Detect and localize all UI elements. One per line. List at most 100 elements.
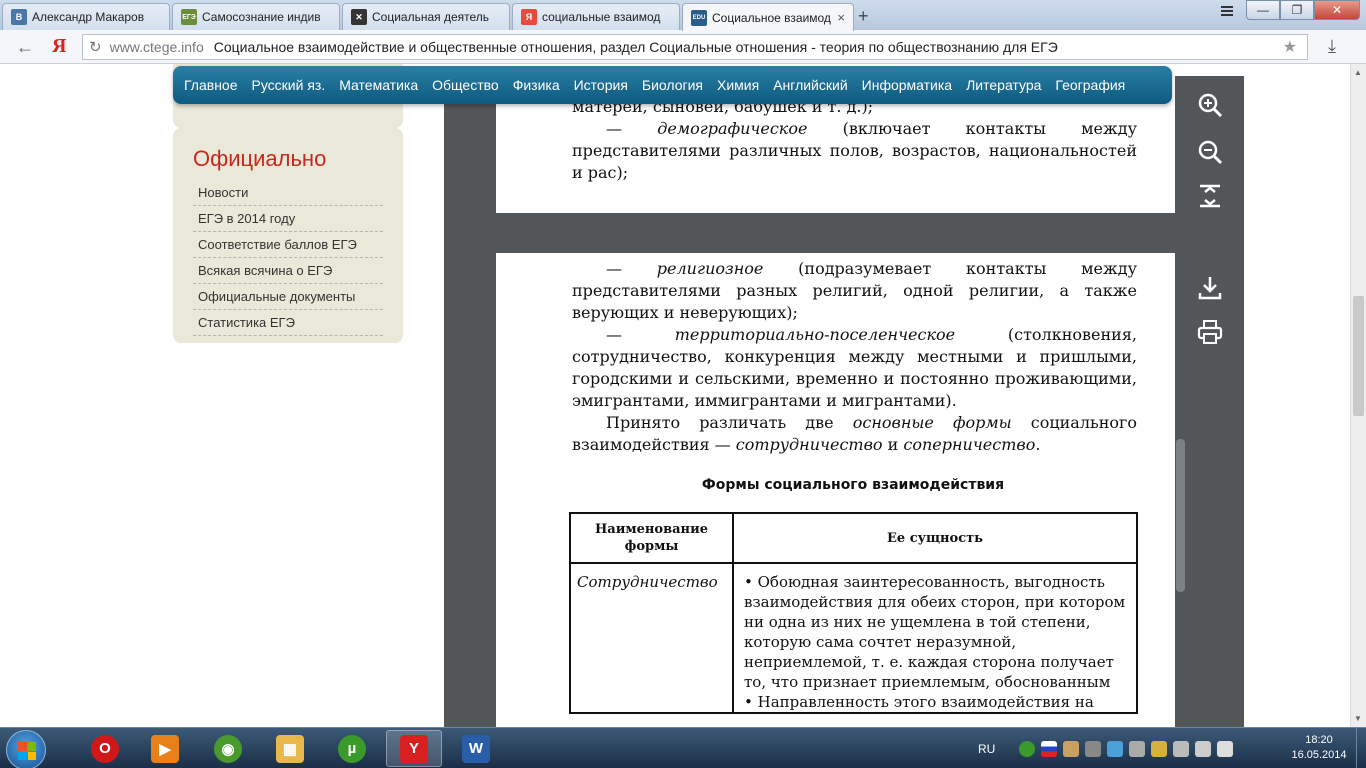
pdf-text-span: Принято различать две <box>606 413 853 432</box>
browser-tab-4-active[interactable]: EDU Социальное взаимод × <box>682 3 854 31</box>
pdf-page-2: — религиозное (подразумевает контакты ме… <box>496 253 1175 727</box>
taskbar-media-player[interactable]: ▶ <box>137 730 193 767</box>
bookmark-star-icon[interactable]: ★ <box>1283 37 1297 57</box>
nav-geography[interactable]: География <box>1048 77 1132 93</box>
taskbar-utorrent[interactable]: µ <box>324 730 380 767</box>
clock[interactable]: 18:20 16.05.2014 <box>1283 733 1355 763</box>
action-center-icon[interactable] <box>1151 740 1168 757</box>
nav-social[interactable]: Общество <box>425 77 506 93</box>
bullet-text: Направленность этого взаимодействия на <box>757 693 1094 711</box>
yandex-browser-icon: Y <box>400 734 428 763</box>
pdf-text-span: и <box>882 435 904 454</box>
reload-icon[interactable]: ↻ <box>89 38 102 56</box>
yandex-logo[interactable]: Я <box>52 35 66 58</box>
tab-label: Самосознание индив <box>202 10 321 24</box>
zoom-out-icon[interactable] <box>1197 139 1223 165</box>
taskbar-yandex-browser[interactable]: Y <box>386 730 442 767</box>
start-button[interactable] <box>6 730 46 768</box>
browser-menu-icon[interactable] <box>1212 2 1242 20</box>
pdf-scrollbar[interactable] <box>1176 439 1185 592</box>
browser-tab-3[interactable]: Я социальные взаимод <box>512 3 680 30</box>
address-bar: ← Я ↻ www.ctege.info Социальное взаимоде… <box>0 30 1366 64</box>
windows-taskbar: O ▶ ◉ ▦ µ Y W RU 18:20 16.05.2014 <box>0 727 1366 768</box>
folder-icon: ▦ <box>276 734 304 763</box>
sidebar-item-misc[interactable]: Всякая всячина о ЕГЭ <box>193 258 383 284</box>
nav-russian[interactable]: Русский яз. <box>245 77 333 93</box>
nav-history[interactable]: История <box>567 77 635 93</box>
scrollbar-thumb[interactable] <box>1353 296 1364 416</box>
page-viewport: Главное Русский яз. Математика Общество … <box>0 64 1350 727</box>
tab-label: Социальное взаимод <box>712 10 831 25</box>
clock-time: 18:20 <box>1305 734 1333 746</box>
nav-biology[interactable]: Биология <box>635 77 710 93</box>
pdf-paragraph: Принято различать две основные формы соц… <box>572 412 1137 456</box>
language-indicator[interactable]: RU <box>978 742 995 756</box>
close-tab-icon[interactable]: × <box>837 10 845 25</box>
zoom-in-icon[interactable] <box>1197 92 1223 118</box>
taskbar-word[interactable]: W <box>448 730 504 767</box>
pdf-paragraph: — религиозное (подразумевает контакты ме… <box>572 259 1137 322</box>
sidebar-official: Официально Новости ЕГЭ в 2014 году Соотв… <box>173 128 403 343</box>
taskbar-opera[interactable]: O <box>77 730 133 767</box>
sidebar-item-news[interactable]: Новости <box>193 180 383 206</box>
flag-notification-icon[interactable] <box>1217 740 1234 757</box>
ege-icon: ЕГЭ <box>181 9 197 25</box>
taskbar-explorer[interactable]: ▦ <box>262 730 318 767</box>
utorrent-tray-icon[interactable] <box>1019 740 1036 757</box>
maximize-button[interactable]: ❐ <box>1280 0 1314 20</box>
pdf-text: — демографическое (включает контакты меж… <box>572 119 1137 182</box>
scroll-down-icon[interactable]: ▼ <box>1354 714 1362 723</box>
joomla-icon: ✕ <box>351 9 367 25</box>
sidebar-item-statistics[interactable]: Статистика ЕГЭ <box>193 310 383 336</box>
print-icon[interactable] <box>1197 319 1223 345</box>
url-field[interactable]: ↻ www.ctege.info Социальное взаимодейств… <box>82 34 1308 60</box>
nav-english[interactable]: Английский <box>766 77 854 93</box>
edu-icon: EDU <box>691 9 707 26</box>
sidebar-item-scores[interactable]: Соответствие баллов ЕГЭ <box>193 232 383 258</box>
network-icon[interactable] <box>1173 740 1190 757</box>
nav-literature[interactable]: Литература <box>959 77 1048 93</box>
volume-icon[interactable] <box>1195 740 1212 757</box>
sidebar-item-ege-2014[interactable]: ЕГЭ в 2014 году <box>193 206 383 232</box>
download-pdf-icon[interactable] <box>1197 275 1223 301</box>
nav-chemistry[interactable]: Химия <box>710 77 766 93</box>
taskbar-games[interactable]: ◉ <box>200 730 256 767</box>
browser-tab-0[interactable]: В Александр Макаров <box>2 3 170 30</box>
games-icon: ◉ <box>214 734 242 763</box>
display-tray-icon[interactable] <box>1129 740 1146 757</box>
show-desktop-button[interactable] <box>1356 728 1366 768</box>
back-arrow-icon[interactable]: ← <box>16 37 34 58</box>
fit-page-icon[interactable] <box>1197 183 1223 209</box>
url-domain: www.ctege.info <box>109 39 204 55</box>
yandex-icon: Я <box>521 9 537 25</box>
nav-main[interactable]: Главное <box>177 77 245 93</box>
browser-tab-2[interactable]: ✕ Социальная деятель <box>342 3 510 30</box>
close-button[interactable]: ✕ <box>1314 0 1360 20</box>
scroll-up-icon[interactable]: ▲ <box>1354 68 1362 77</box>
pdf-term: религиозное <box>656 259 764 278</box>
nav-informatics[interactable]: Информатика <box>855 77 959 93</box>
nav-physics[interactable]: Физика <box>506 77 567 93</box>
utorrent-icon: µ <box>338 734 366 763</box>
table-caption: Формы социального взаимодействия <box>701 477 1005 493</box>
nav-math[interactable]: Математика <box>332 77 425 93</box>
new-tab-button[interactable]: + <box>858 6 869 27</box>
minimize-button[interactable]: — <box>1246 0 1280 20</box>
tab-label: Александр Макаров <box>32 10 145 24</box>
bullet-item: • Направленность этого взаимодействия на <box>744 693 1094 711</box>
tab-label: социальные взаимод <box>542 10 661 24</box>
tray-app-icon[interactable] <box>1063 740 1080 757</box>
sync-tray-icon[interactable] <box>1107 740 1124 757</box>
sidebar-item-documents[interactable]: Официальные документы <box>193 284 383 310</box>
browser-tab-1[interactable]: ЕГЭ Самосознание индив <box>172 3 340 30</box>
forms-table: Наименование формы Ее сущность Сотруднич… <box>569 512 1138 714</box>
network-tray-icon[interactable] <box>1085 740 1102 757</box>
flag-icon[interactable] <box>1041 740 1058 757</box>
vk-icon: В <box>11 9 27 25</box>
download-icon[interactable]: ⤓ <box>1328 36 1336 57</box>
page-scrollbar[interactable]: ▲ ▼ <box>1350 64 1366 727</box>
table-cell-desc: • Обоюдная заинтересованность, выгодност… <box>732 562 1138 714</box>
bullet-text: Обоюдная заинтересованность, выгодность … <box>744 573 1126 691</box>
pdf-term: основные формы <box>852 413 1012 432</box>
opera-icon: O <box>91 734 119 763</box>
